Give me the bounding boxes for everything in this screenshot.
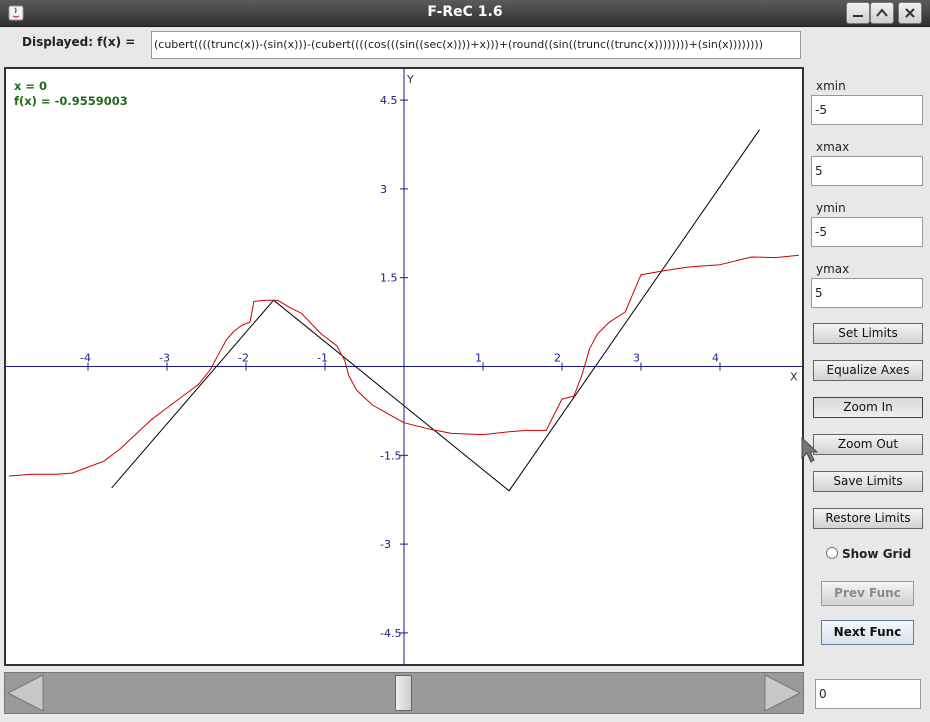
scroll-right-icon[interactable] xyxy=(763,673,803,713)
close-icon xyxy=(905,8,915,18)
y-tick-label: 4.5 xyxy=(380,94,398,107)
plot-area[interactable]: X Y -4 -3 -2 -1 1 2 3 4 4.5 3 1.5 -1.5 -3 -4.5 x = 0 f(… xyxy=(4,67,804,666)
minimize-button[interactable] xyxy=(846,2,870,24)
x-tick-label: 4 xyxy=(712,352,719,365)
x-tick-label: -3 xyxy=(159,352,170,365)
window-title: F-ReC 1.6 xyxy=(427,4,503,20)
x-tick-label: -4 xyxy=(80,352,91,365)
x-tick-label: -1 xyxy=(317,352,328,365)
title-bar: F-ReC 1.6 xyxy=(0,0,930,27)
next-func-button[interactable]: Next Func xyxy=(821,620,914,645)
target-function-line xyxy=(111,129,760,492)
function-expression-field[interactable]: (cubert((((trunc(x))-(sin(x)))-(cubert((… xyxy=(151,31,801,59)
displayed-function-label: Displayed: f(x) = xyxy=(22,35,136,49)
xmin-label: xmin xyxy=(816,79,846,93)
cursor-x-readout: x = 0 xyxy=(14,79,48,93)
ymin-label: ymin xyxy=(816,201,846,215)
prev-func-button[interactable]: Prev Func xyxy=(821,581,914,606)
save-limits-button[interactable]: Save Limits xyxy=(813,471,923,492)
y-tick-label: -1.5 xyxy=(380,449,401,462)
equalize-axes-button[interactable]: Equalize Axes xyxy=(813,360,923,381)
mouse-pointer-icon xyxy=(801,436,819,463)
zoom-in-button[interactable]: Zoom In xyxy=(813,397,923,418)
set-limits-button[interactable]: Set Limits xyxy=(813,323,923,344)
chevron-up-icon xyxy=(876,8,888,17)
x-axis-label: X xyxy=(790,371,798,384)
xmin-input[interactable]: -5 xyxy=(811,95,923,125)
horizontal-scrollbar[interactable] xyxy=(4,672,804,714)
cursor-fx-readout: f(x) = -0.9559003 xyxy=(14,94,128,108)
scroll-thumb[interactable] xyxy=(395,675,412,711)
function-plot[interactable]: X Y -4 -3 -2 -1 1 2 3 4 4.5 3 1.5 -1.5 -3 -4.5 xyxy=(6,69,802,664)
y-tick-label: 3 xyxy=(380,183,387,196)
y-tick-label: 1.5 xyxy=(380,272,398,285)
ymax-input[interactable]: 5 xyxy=(811,278,923,308)
y-tick-label: -4.5 xyxy=(380,627,401,640)
x-tick-label: 2 xyxy=(554,352,561,365)
zoom-out-button[interactable]: Zoom Out xyxy=(813,434,923,455)
x-tick-label: 3 xyxy=(633,352,640,365)
ymin-input[interactable]: -5 xyxy=(811,217,923,247)
x-tick-label: 1 xyxy=(475,352,482,365)
ymax-label: ymax xyxy=(816,262,850,276)
step-input[interactable]: 0 xyxy=(815,679,921,709)
scroll-left-icon[interactable] xyxy=(5,673,45,713)
maximize-button[interactable] xyxy=(870,2,894,24)
show-grid-label: Show Grid xyxy=(842,547,912,561)
xmax-input[interactable]: 5 xyxy=(811,156,923,186)
radio-icon[interactable] xyxy=(826,547,838,559)
y-tick-label: -3 xyxy=(380,538,391,551)
xmax-label: xmax xyxy=(816,140,850,154)
restore-limits-button[interactable]: Restore Limits xyxy=(813,508,923,529)
close-button[interactable] xyxy=(898,2,922,24)
x-tick-label: -2 xyxy=(238,352,249,365)
minimize-icon xyxy=(853,15,863,17)
show-grid-toggle[interactable]: Show Grid xyxy=(826,547,911,561)
y-axis-label: Y xyxy=(406,73,414,86)
